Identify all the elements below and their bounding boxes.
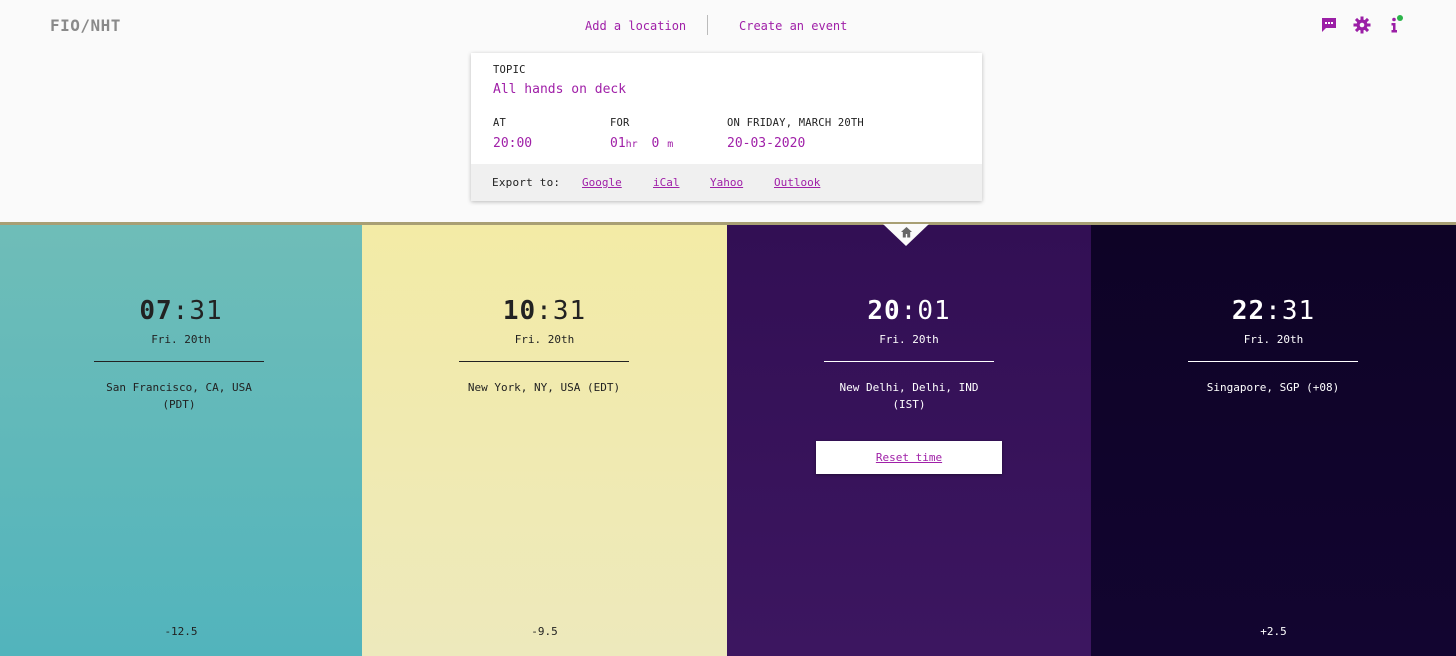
divider [459, 361, 629, 362]
location-column-new-york[interactable]: 10:31 Fri. 20th New York, NY, USA (EDT) … [362, 224, 727, 656]
home-icon [900, 224, 913, 238]
location-time: 22:31 [1231, 296, 1316, 326]
divider [94, 361, 264, 362]
at-label: AT [493, 117, 507, 129]
location-day: Fri. 20th [151, 333, 211, 346]
timezone-columns: 07:31 Fri. 20th San Francisco, CA, USA (P… [0, 224, 1456, 656]
top-bar: FIO/NHT Add a location Create an event T… [0, 0, 1456, 224]
topic-label: TOPIC [493, 64, 526, 76]
duration-label: FOR [610, 117, 630, 129]
duration-minutes[interactable]: 0 [652, 136, 660, 151]
location-name: San Francisco, CA, USA (PDT) [106, 381, 252, 411]
chat-icon[interactable] [1320, 16, 1338, 34]
location-name: New Delhi, Delhi, IND (IST) [839, 381, 979, 411]
date-label: ON FRIDAY, MARCH 20TH [727, 117, 864, 129]
export-outlook-link[interactable]: Outlook [774, 176, 820, 189]
app-logo[interactable]: FIO/NHT [50, 16, 121, 35]
export-bar: Export to: Google iCal Yahoo Outlook [471, 164, 982, 201]
topic-input[interactable]: All hands on deck [493, 82, 626, 97]
location-offset: +2.5 [1260, 625, 1287, 638]
location-name: New York, NY, USA (EDT) [467, 381, 621, 394]
location-column-new-delhi[interactable]: 20:01 Fri. 20th New Delhi, Delhi, IND (IS… [727, 224, 1091, 656]
divider [1188, 361, 1358, 362]
duration-input[interactable]: 01hr 0 m [610, 136, 673, 151]
columns-top-border [0, 222, 1456, 225]
export-google-link[interactable]: Google [582, 176, 622, 189]
create-event-link[interactable]: Create an event [739, 19, 847, 33]
notification-dot [1397, 15, 1403, 21]
nav-divider [707, 15, 708, 35]
location-column-san-francisco[interactable]: 07:31 Fri. 20th San Francisco, CA, USA (P… [0, 224, 362, 656]
event-card: TOPIC All hands on deck AT 20:00 FOR 01h… [471, 53, 982, 201]
date-input[interactable]: 20-03-2020 [727, 136, 805, 151]
gear-icon[interactable] [1353, 16, 1371, 34]
duration-hours-unit: hr [625, 139, 638, 150]
location-offset: -12.5 [164, 625, 198, 638]
location-day: Fri. 20th [1243, 333, 1304, 346]
location-time: 10:31 [502, 296, 587, 326]
export-label: Export to: [492, 176, 561, 189]
add-location-link[interactable]: Add a location [585, 19, 686, 33]
export-ical-link[interactable]: iCal [653, 176, 680, 189]
reset-time-button[interactable]: Reset time [816, 441, 1002, 474]
location-time: 07:31 [139, 296, 223, 326]
location-time: 20:01 [867, 296, 951, 326]
location-name: Singapore, SGP (+08) [1206, 381, 1340, 394]
location-offset: -9.5 [531, 625, 558, 638]
duration-hours[interactable]: 01 [610, 136, 626, 151]
location-day: Fri. 20th [514, 333, 575, 346]
export-yahoo-link[interactable]: Yahoo [710, 176, 743, 189]
duration-minutes-unit: m [667, 139, 674, 150]
time-input[interactable]: 20:00 [493, 136, 532, 151]
location-column-singapore[interactable]: 22:31 Fri. 20th Singapore, SGP (+08) +2.… [1091, 224, 1456, 656]
location-day: Fri. 20th [879, 333, 939, 346]
divider [824, 361, 994, 362]
